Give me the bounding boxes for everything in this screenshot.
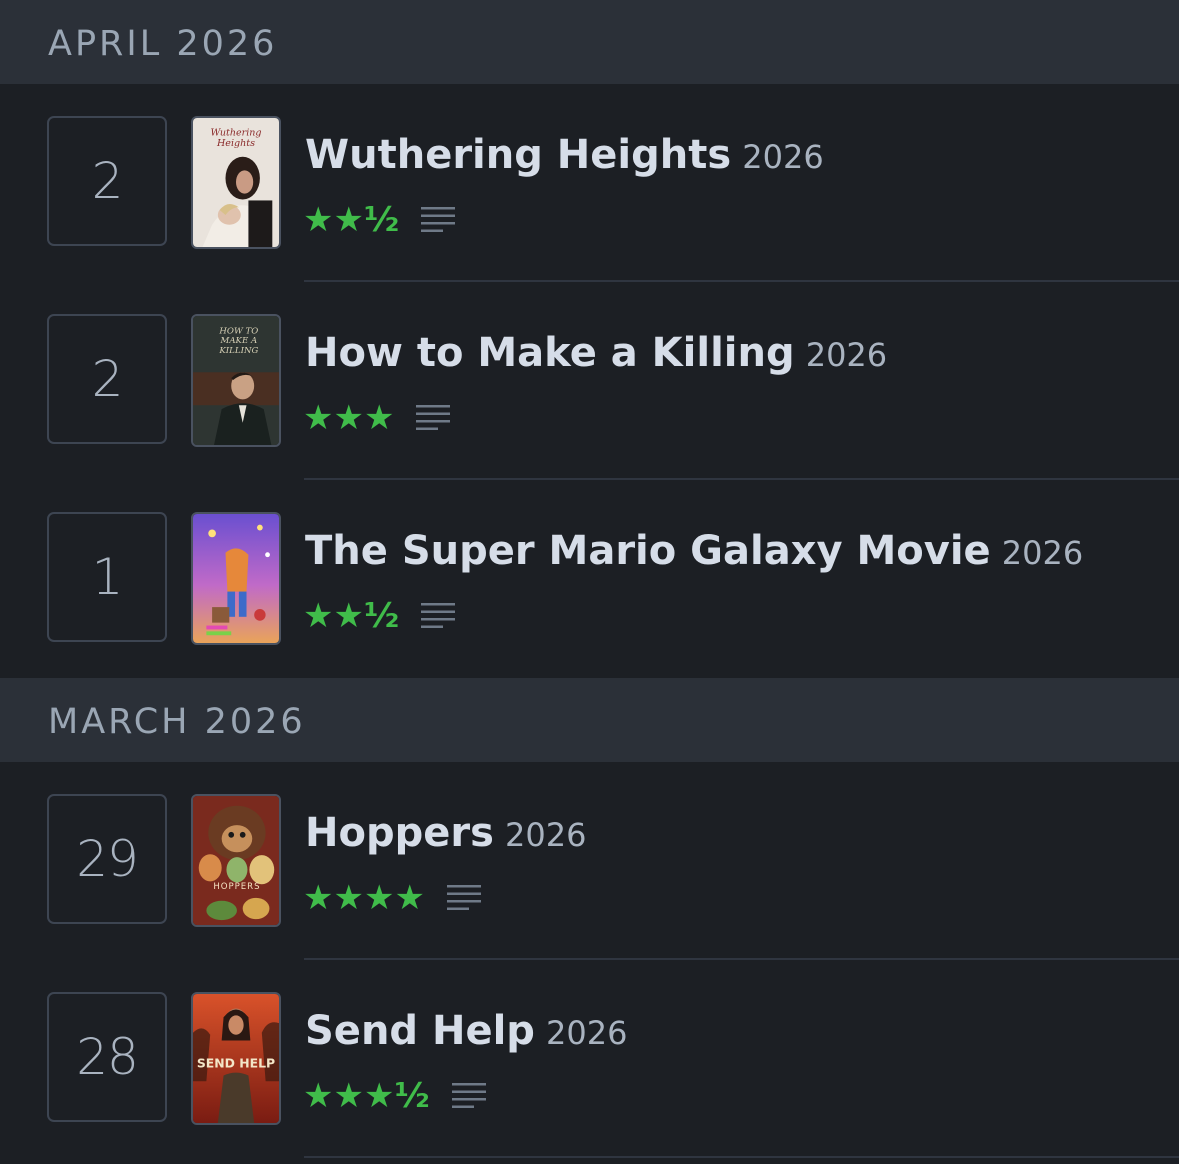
wuthering-heights-poster[interactable]: Wuthering Heights <box>191 116 281 249</box>
film-year[interactable]: 2026 <box>1002 534 1083 572</box>
hoppers-poster[interactable]: HOPPERS <box>191 794 281 927</box>
title-line: How to Make a Killing 2026 <box>305 330 887 376</box>
star-rating: ★★½ <box>303 200 400 240</box>
day-box[interactable]: 29 <box>47 794 167 924</box>
review-lines-icon[interactable] <box>421 601 456 631</box>
review-lines-icon[interactable] <box>421 205 456 235</box>
month-label: MARCH 2026 <box>48 702 306 742</box>
diary-entry[interactable]: 1 The Super Mario Galaxy Movie 2026 ★★½ <box>0 480 1179 678</box>
star-rating: ★★★ <box>303 398 395 438</box>
super-mario-galaxy-poster[interactable] <box>191 512 281 645</box>
month-header-march: MARCH 2026 <box>0 678 1179 762</box>
day-box[interactable]: 1 <box>47 512 167 642</box>
diary-entry[interactable]: 2 HOW TO MAKE A KILLING How to Make a Ki… <box>0 282 1179 480</box>
svg-text:HOPPERS: HOPPERS <box>213 882 260 892</box>
review-lines-icon[interactable] <box>446 883 481 913</box>
film-year[interactable]: 2026 <box>742 138 823 176</box>
rating-row: ★★★★ <box>303 878 481 918</box>
month-header-april: APRIL 2026 <box>0 0 1179 84</box>
film-title[interactable]: Wuthering Heights <box>305 132 731 178</box>
rating-row: ★★★ <box>303 398 451 438</box>
svg-text:MAKE A: MAKE A <box>220 336 258 346</box>
title-line: Send Help 2026 <box>305 1008 627 1054</box>
day-box[interactable]: 28 <box>47 992 167 1122</box>
day-box[interactable]: 2 <box>47 314 167 444</box>
rating-row: ★★½ <box>303 596 456 636</box>
day-number: 29 <box>76 830 139 888</box>
day-number: 28 <box>76 1028 139 1086</box>
rating-row: ★★½ <box>303 200 456 240</box>
diary-entry[interactable]: 29 HOPPERS Hoppers 2026 ★★★★ <box>0 762 1179 960</box>
svg-text:Wuthering: Wuthering <box>210 127 261 138</box>
day-number: 2 <box>91 350 124 408</box>
star-rating: ★★★½ <box>303 1076 430 1116</box>
entry-divider <box>304 1156 1179 1158</box>
svg-text:HOW TO: HOW TO <box>218 326 258 336</box>
day-number: 2 <box>91 152 124 210</box>
send-help-poster[interactable]: SEND HELP <box>191 992 281 1125</box>
title-line: Hoppers 2026 <box>305 810 586 856</box>
svg-text:SEND HELP: SEND HELP <box>197 1056 275 1071</box>
svg-text:KILLING: KILLING <box>218 346 258 356</box>
film-diary: APRIL 2026 2 Wuthering Heights Wuthering… <box>0 0 1179 1164</box>
how-to-make-a-killing-poster[interactable]: HOW TO MAKE A KILLING <box>191 314 281 447</box>
svg-text:Heights: Heights <box>216 138 255 149</box>
star-rating: ★★½ <box>303 596 400 636</box>
rating-row: ★★★½ <box>303 1076 486 1116</box>
diary-entry[interactable]: 2 Wuthering Heights Wuthering Heights 20… <box>0 84 1179 282</box>
diary-entry[interactable]: 28 SEND HELP Send Help 2026 ★★★½ <box>0 960 1179 1158</box>
film-year[interactable]: 2026 <box>806 336 887 374</box>
film-year[interactable]: 2026 <box>546 1014 627 1052</box>
film-title[interactable]: How to Make a Killing <box>305 330 795 376</box>
film-title[interactable]: The Super Mario Galaxy Movie <box>305 528 991 574</box>
star-rating: ★★★★ <box>303 878 425 918</box>
day-number: 1 <box>91 548 124 606</box>
film-title[interactable]: Hoppers <box>305 810 494 856</box>
title-line: Wuthering Heights 2026 <box>305 132 824 178</box>
review-lines-icon[interactable] <box>451 1081 486 1111</box>
film-year[interactable]: 2026 <box>505 816 586 854</box>
review-lines-icon[interactable] <box>416 403 451 433</box>
film-title[interactable]: Send Help <box>305 1008 535 1054</box>
month-label: APRIL 2026 <box>48 24 278 64</box>
title-line: The Super Mario Galaxy Movie 2026 <box>305 528 1083 574</box>
day-box[interactable]: 2 <box>47 116 167 246</box>
